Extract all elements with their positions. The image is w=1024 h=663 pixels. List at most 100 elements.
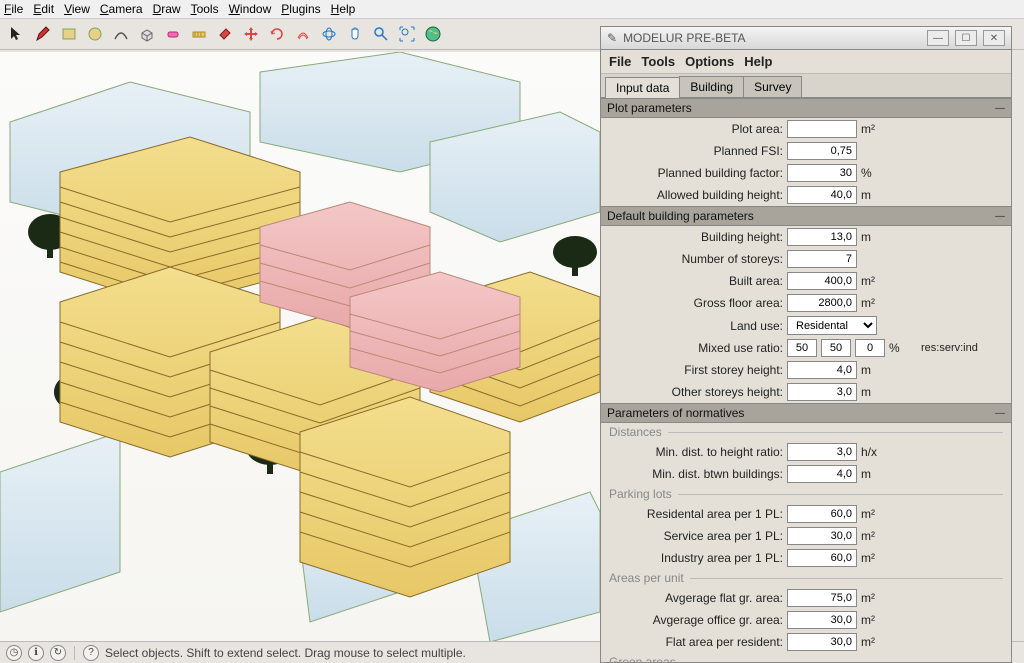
storeys-label: Number of storeys:	[609, 252, 783, 266]
rotate-tool-icon[interactable]	[266, 23, 288, 45]
avg-office-label: Avgerage office gr. area:	[609, 613, 783, 627]
select-tool-icon[interactable]	[6, 23, 28, 45]
globe-tool-icon[interactable]	[422, 23, 444, 45]
zoom-tool-icon[interactable]	[370, 23, 392, 45]
plot-area-label: Plot area:	[609, 122, 783, 136]
panel-title: MODELUR PRE-BETA	[623, 31, 745, 45]
ind-pl-input[interactable]	[787, 549, 857, 567]
section-building-parameters[interactable]: Default building parameters —	[601, 206, 1011, 226]
minimize-button[interactable]: —	[927, 30, 949, 46]
menu-view[interactable]: View	[64, 2, 90, 16]
planned-fsi-input[interactable]	[787, 142, 857, 160]
panel-body: Plot parameters — Plot area:m² Planned F…	[601, 98, 1011, 662]
avg-flat-input[interactable]	[787, 589, 857, 607]
avg-flat-label: Avgerage flat gr. area:	[609, 591, 783, 605]
other-storeys-label: Other storeys height:	[609, 385, 783, 399]
collapse-icon[interactable]: —	[995, 408, 1005, 419]
maximize-button[interactable]: ☐	[955, 30, 977, 46]
panel-titlebar[interactable]: ✎ MODELUR PRE-BETA — ☐ ✕	[601, 27, 1011, 50]
scene-illustration	[0, 52, 600, 641]
pan-tool-icon[interactable]	[344, 23, 366, 45]
model-viewport[interactable]	[0, 52, 600, 641]
built-area-label: Built area:	[609, 274, 783, 288]
built-area-input[interactable]	[787, 272, 857, 290]
res-pl-input[interactable]	[787, 505, 857, 523]
panel-menu-help[interactable]: Help	[744, 54, 772, 69]
panel-menubar: File Tools Options Help	[601, 50, 1011, 74]
paint-tool-icon[interactable]	[214, 23, 236, 45]
menu-edit[interactable]: Edit	[33, 2, 54, 16]
menu-help[interactable]: Help	[331, 2, 356, 16]
status-icon-1[interactable]: ◷	[6, 645, 22, 661]
main-menubar: File Edit View Camera Draw Tools Window …	[0, 0, 1024, 19]
other-storeys-input[interactable]	[787, 383, 857, 401]
flat-per-res-input[interactable]	[787, 633, 857, 651]
bheight-label: Building height:	[609, 230, 783, 244]
dist-btwb-input[interactable]	[787, 465, 857, 483]
allowed-height-input[interactable]	[787, 186, 857, 204]
plot-area-unit: m²	[861, 122, 889, 136]
panel-app-icon: ✎	[607, 31, 617, 45]
tape-tool-icon[interactable]	[188, 23, 210, 45]
dist-ratio-input[interactable]	[787, 443, 857, 461]
menu-file[interactable]: File	[4, 2, 23, 16]
land-use-label: Land use:	[609, 319, 783, 333]
section-building-label: Default building parameters	[607, 209, 754, 223]
close-button[interactable]: ✕	[983, 30, 1005, 46]
mixed-c-input[interactable]	[855, 339, 885, 357]
status-icon-2[interactable]: ℹ	[28, 645, 44, 661]
tab-building[interactable]: Building	[679, 76, 744, 97]
svc-pl-input[interactable]	[787, 527, 857, 545]
arc-tool-icon[interactable]	[110, 23, 132, 45]
tab-input-data[interactable]: Input data	[605, 77, 680, 98]
status-icon-3[interactable]: ↻	[50, 645, 66, 661]
panel-menu-options[interactable]: Options	[685, 54, 734, 69]
svc-pl-label: Service area per 1 PL:	[609, 529, 783, 543]
circle-tool-icon[interactable]	[84, 23, 106, 45]
panel-tabs: Input data Building Survey	[601, 74, 1011, 98]
plot-area-input[interactable]	[787, 120, 857, 138]
collapse-icon[interactable]: —	[995, 103, 1005, 114]
move-tool-icon[interactable]	[240, 23, 262, 45]
panel-menu-file[interactable]: File	[609, 54, 631, 69]
offset-tool-icon[interactable]	[292, 23, 314, 45]
section-normatives-label: Parameters of normatives	[607, 406, 744, 420]
menu-window[interactable]: Window	[229, 2, 272, 16]
planned-bf-input[interactable]	[787, 164, 857, 182]
pencil-tool-icon[interactable]	[32, 23, 54, 45]
collapse-icon[interactable]: —	[995, 211, 1005, 222]
res-pl-label: Residental area per 1 PL:	[609, 507, 783, 521]
storeys-input[interactable]	[787, 250, 857, 268]
mixed-label: Mixed use ratio:	[609, 341, 783, 355]
rectangle-tool-icon[interactable]	[58, 23, 80, 45]
menu-tools[interactable]: Tools	[191, 2, 219, 16]
section-plot-parameters[interactable]: Plot parameters —	[601, 98, 1011, 118]
status-hint: Select objects. Shift to extend select. …	[105, 646, 466, 660]
land-use-select[interactable]: Residental	[787, 316, 877, 335]
allowed-height-label: Allowed building height:	[609, 188, 783, 202]
bheight-input[interactable]	[787, 228, 857, 246]
panel-menu-tools[interactable]: Tools	[641, 54, 675, 69]
sub-distances: Distances	[601, 423, 1011, 441]
menu-draw[interactable]: Draw	[153, 2, 181, 16]
status-help-icon[interactable]: ?	[83, 645, 99, 661]
first-storey-label: First storey height:	[609, 363, 783, 377]
orbit-tool-icon[interactable]	[318, 23, 340, 45]
menu-plugins[interactable]: Plugins	[281, 2, 320, 16]
section-plot-label: Plot parameters	[607, 101, 692, 115]
sub-areas: Areas per unit	[601, 569, 1011, 587]
first-storey-input[interactable]	[787, 361, 857, 379]
gfa-input[interactable]	[787, 294, 857, 312]
menu-camera[interactable]: Camera	[100, 2, 143, 16]
zoom-extents-tool-icon[interactable]	[396, 23, 418, 45]
mixed-suffix: res:serv:ind	[921, 342, 978, 354]
gfa-label: Gross floor area:	[609, 296, 783, 310]
mixed-b-input[interactable]	[821, 339, 851, 357]
avg-office-input[interactable]	[787, 611, 857, 629]
pushpull-tool-icon[interactable]	[136, 23, 158, 45]
eraser-tool-icon[interactable]	[162, 23, 184, 45]
tab-survey[interactable]: Survey	[743, 76, 802, 97]
flat-per-res-label: Flat area per resident:	[609, 635, 783, 649]
mixed-a-input[interactable]	[787, 339, 817, 357]
section-normatives[interactable]: Parameters of normatives —	[601, 403, 1011, 423]
